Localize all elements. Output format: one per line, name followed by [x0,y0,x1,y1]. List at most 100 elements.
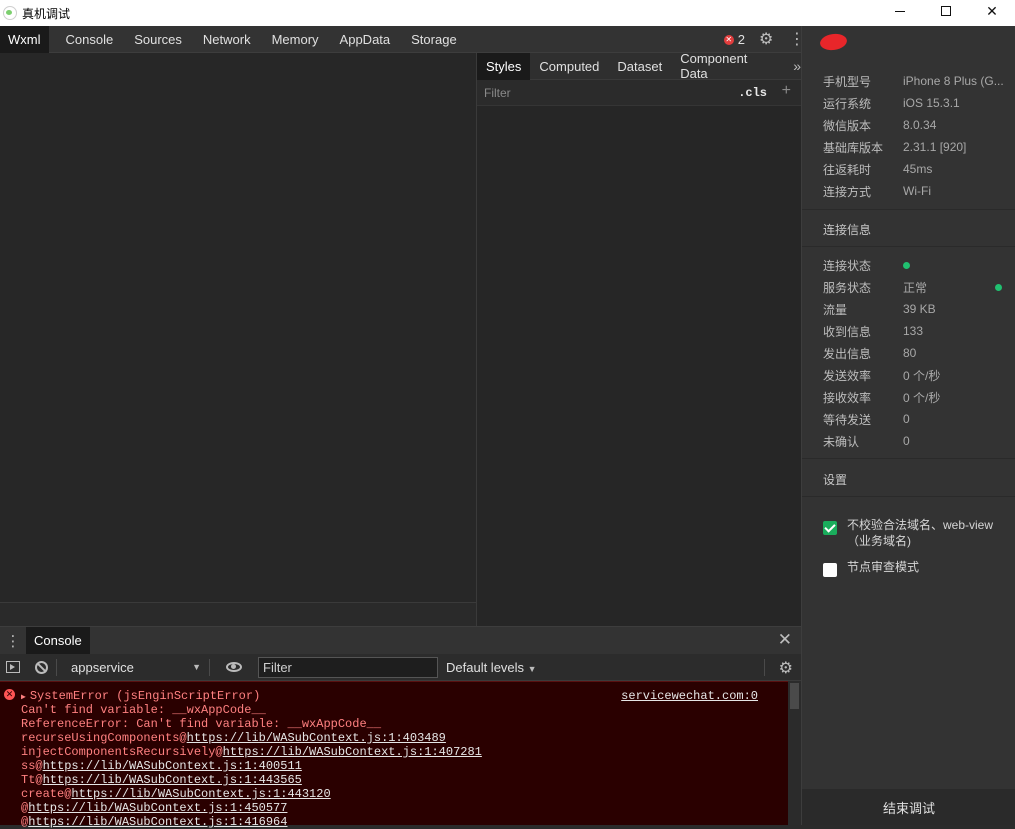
info-row: 手机型号 iPhone 8 Plus (G... [823,74,1004,89]
error-source-link[interactable]: servicewechat.com:0 [621,689,758,703]
tab-console[interactable]: Console [58,26,122,53]
console-output[interactable]: ✕ ▶ SystemError (jsEnginScriptError) serv… [0,681,788,829]
tab-wxml[interactable]: Wxml [0,25,49,53]
info-row: 流量 39 KB [823,302,936,317]
settings-gear-icon[interactable]: ⚙ [759,31,775,48]
skip-domain-check-checkbox[interactable] [823,521,837,535]
stack-frame: @https://lib/WASubContext.js:1:450577 [21,801,288,815]
info-row: 服务状态 正常 [802,276,1015,298]
divider [802,246,1015,247]
stack-frame: recurseUsingComponents@https://lib/WASub… [21,731,446,745]
close-drawer-icon[interactable]: ✕ [778,630,792,650]
tab-component-data[interactable]: Component Data [671,51,787,81]
error-count-badge[interactable]: ✕ 2 [723,32,745,47]
minimize-icon [895,10,905,12]
stack-frame: Tt@https://lib/WASubContext.js:1:443565 [21,773,302,787]
wechat-devtools-icon [3,6,17,20]
cls-toggle-button[interactable]: .cls [738,86,767,100]
close-window-button[interactable]: ✕ [969,0,1015,22]
close-icon: ✕ [986,2,998,19]
info-row: 运行系统 iOS 15.3.1 [823,96,960,111]
info-row: 接收效率 0 个/秒 [823,390,941,405]
node-inspect-mode-checkbox[interactable] [823,563,837,577]
message-line: Can't find variable: __wxAppCode__ [21,703,266,717]
styles-tabbar: Styles Computed Dataset Component Data » [477,51,801,81]
error-icon: ✕ [4,689,15,700]
divider [802,458,1015,459]
devtools-tabbar: Wxml Console Sources Network Memory AppD… [0,25,805,53]
divider [802,496,1015,497]
info-row: 等待发送 0 [823,412,910,427]
drawer-menu-icon[interactable]: ⋮ [0,632,26,650]
maximize-button[interactable] [923,0,969,22]
chevron-down-icon: ▼ [527,663,537,674]
toolbar-divider [56,658,57,676]
stack-frame-link[interactable]: https://lib/WASubContext.js:1:443120 [71,787,330,801]
connection-section-title: 连接信息 [823,223,872,237]
window-title: 真机调试 [22,6,71,21]
tab-appdata[interactable]: AppData [332,26,399,53]
toolbar-divider [764,659,765,676]
stack-frame-link[interactable]: https://lib/WASubContext.js:1:400511 [43,759,302,773]
tab-computed[interactable]: Computed [530,53,608,80]
stack-frame: create@https://lib/WASubContext.js:1:443… [21,787,331,801]
styles-filter-row: .cls + [477,80,801,106]
clear-console-icon[interactable] [35,660,48,674]
tab-sources[interactable]: Sources [126,26,190,53]
tab-storage[interactable]: Storage [403,26,465,53]
info-row: 发送效率 0 个/秒 [823,368,941,383]
stack-frame-link[interactable]: https://lib/WASubContext.js:1:450577 [28,801,287,815]
avatar [819,32,848,52]
connection-info-list: 连接状态 服务状态 正常 流量 39 KB 收到信息 133 发出信息 80 发送效率 0… [802,254,1015,452]
window-titlebar: 真机调试 ✕ [0,0,1015,26]
styles-pane: Styles Computed Dataset Component Data »… [477,51,801,626]
show-sidebar-icon[interactable] [6,661,20,673]
live-expression-eye-icon[interactable] [226,662,242,672]
tab-dataset[interactable]: Dataset [608,53,671,80]
tab-styles[interactable]: Styles [477,52,531,80]
info-row: 连接状态 [802,254,1015,276]
message-line: ReferenceError: Can't find variable: __w… [21,717,382,731]
styles-filter-input[interactable] [484,85,724,100]
add-style-rule-icon[interactable]: + [782,82,791,100]
log-levels-label: Default levels [446,659,525,675]
error-stack: Can't find variable: __wxAppCode__ Refer… [21,703,482,829]
wxml-tree-pane[interactable] [0,53,476,626]
info-row: 未确认 0 [823,434,910,449]
console-toolbar: appservice ▼ Default levels ▼ ⚙ [0,654,801,681]
stack-frame: ss@https://lib/WASubContext.js:1:400511 [21,759,302,773]
device-info-panel: 手机型号 iPhone 8 Plus (G... 运行系统 iOS 15.3.1 微… [801,26,1015,825]
info-row: 基础库版本 2.31.1 [920] [823,140,967,155]
drawer-tab-console[interactable]: Console [26,627,90,654]
scrollbar-thumb[interactable] [790,683,799,709]
device-info-list: 手机型号 iPhone 8 Plus (G... 运行系统 iOS 15.3.1 微… [802,70,1015,202]
log-levels-dropdown[interactable]: Default levels ▼ [446,660,537,675]
service-status-dot [995,284,1002,291]
stack-frame-link[interactable]: https://lib/WASubContext.js:1:403489 [187,731,446,745]
minimize-button[interactable] [877,0,923,22]
info-row: 发出信息 80 [823,346,917,361]
node-inspect-mode-label[interactable]: 节点审查模式 [847,559,997,575]
stack-frame-link[interactable]: https://lib/WASubContext.js:1:407281 [223,745,482,759]
stack-frame: injectComponentsRecursively@https://lib/… [21,745,482,759]
more-tabs-icon[interactable]: » [793,58,801,74]
tab-memory[interactable]: Memory [264,26,327,53]
chevron-down-icon: ▼ [192,662,201,672]
error-icon: ✕ [723,34,734,45]
more-options-icon[interactable]: ⋮ [789,31,805,48]
connection-status-dot [903,261,910,269]
expand-triangle-icon[interactable]: ▶ [21,693,26,702]
console-scrollbar[interactable] [788,681,801,825]
skip-domain-check-label[interactable]: 不校验合法域名、web-view（业务域名) [847,517,997,549]
console-filter-field[interactable] [258,656,438,678]
toolbar-divider [209,658,210,676]
stack-frame-link[interactable]: https://lib/WASubContext.js:1:416964 [28,815,287,829]
tab-network[interactable]: Network [195,26,259,53]
error-count: 2 [737,32,745,47]
stack-frame-link[interactable]: https://lib/WASubContext.js:1:443565 [43,773,302,787]
info-row: 微信版本 8.0.34 [823,118,937,133]
console-settings-gear-icon[interactable]: ⚙ [779,658,793,678]
context-selector[interactable]: appservice ▼ [71,660,201,675]
end-debug-button[interactable]: 结束调试 [802,789,1015,825]
console-filter-input[interactable] [263,659,433,675]
